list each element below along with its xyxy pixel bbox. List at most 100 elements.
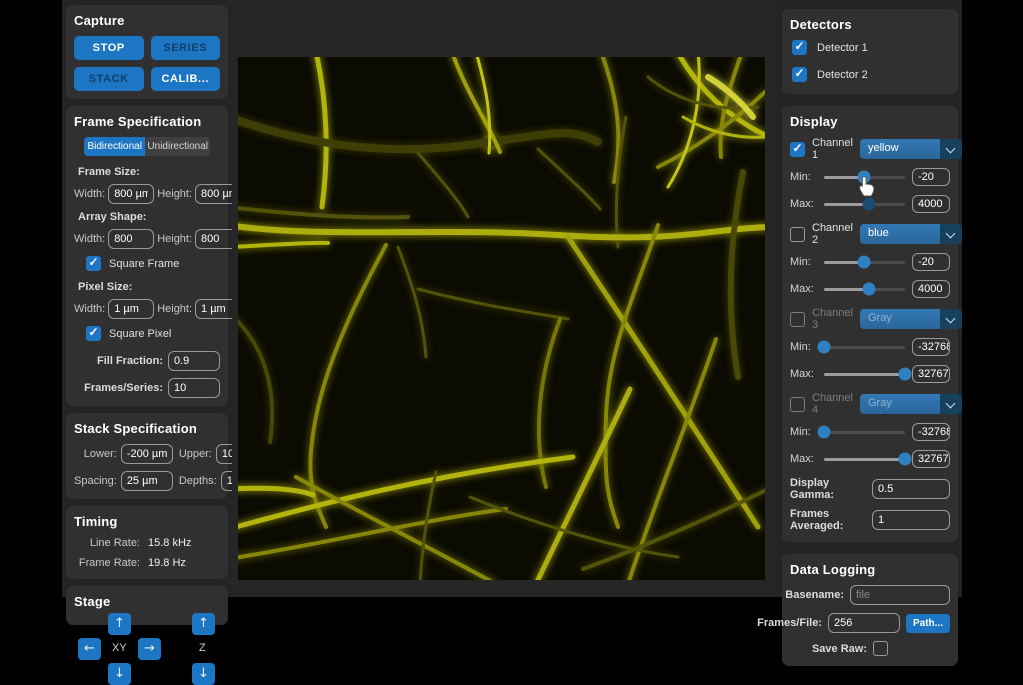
channel-3-min-slider-thumb[interactable] bbox=[818, 341, 831, 354]
frames-per-file-input[interactable] bbox=[828, 613, 900, 633]
channel-3-checkbox[interactable] bbox=[790, 312, 805, 327]
display-gamma-input[interactable] bbox=[872, 479, 950, 499]
channel-1-checkbox[interactable] bbox=[790, 142, 805, 157]
channel-2-colormap-select[interactable]: blue bbox=[860, 224, 962, 244]
stack-spacing-input[interactable] bbox=[121, 471, 173, 491]
channel-3-colormap-value: Gray bbox=[860, 309, 940, 329]
series-button[interactable]: SERIES bbox=[151, 36, 221, 60]
square-frame-checkbox[interactable] bbox=[86, 256, 101, 271]
channel-3-max-slider[interactable] bbox=[824, 373, 905, 376]
unidirectional-toggle-option[interactable]: Unidirectional bbox=[145, 137, 210, 156]
stack-button[interactable]: STACK bbox=[74, 67, 144, 91]
channel-1-colormap-value: yellow bbox=[860, 139, 940, 159]
frame-width-input[interactable] bbox=[108, 184, 154, 204]
channel-2-max-slider-thumb[interactable] bbox=[863, 283, 876, 296]
capture-section: Capture STOP SERIES STACK CALIB... bbox=[66, 5, 228, 99]
frames-averaged-input[interactable] bbox=[872, 510, 950, 530]
stop-button[interactable]: STOP bbox=[74, 36, 144, 60]
channel-4-min-slider-thumb[interactable] bbox=[818, 426, 831, 439]
channel-1-colormap-select[interactable]: yellow bbox=[860, 139, 962, 159]
line-rate-label: Line Rate: bbox=[74, 537, 140, 549]
detectors-title: Detectors bbox=[790, 17, 950, 32]
channel-2-max-value[interactable]: 4000 bbox=[912, 280, 950, 298]
chevron-down-icon bbox=[940, 139, 962, 159]
channel-2-min-slider-thumb[interactable] bbox=[858, 256, 871, 269]
pixel-width-label: Width: bbox=[74, 303, 105, 315]
channel-1-max-slider[interactable] bbox=[824, 203, 905, 206]
channel-3-colormap-select[interactable]: Gray bbox=[860, 309, 962, 329]
bidirectional-toggle-option[interactable]: Bidirectional bbox=[84, 137, 145, 156]
data-logging-title: Data Logging bbox=[790, 562, 950, 577]
channel-1-min-value[interactable]: -20 bbox=[912, 168, 950, 186]
save-raw-label: Save Raw: bbox=[812, 643, 867, 655]
detector-2-label: Detector 2 bbox=[817, 69, 868, 81]
fluorescence-image bbox=[238, 57, 765, 580]
detector-2-checkbox[interactable] bbox=[792, 67, 807, 82]
frames-per-series-input[interactable] bbox=[168, 378, 220, 398]
stack-specification-title: Stack Specification bbox=[74, 421, 220, 436]
calibrate-button[interactable]: CALIB... bbox=[151, 67, 221, 91]
channel-1-label: Channel 1 bbox=[812, 137, 853, 161]
channel-3-max-value[interactable]: 32767 bbox=[912, 365, 950, 383]
stage-section: Stage ↑ ← XY → ↓ ↑ Z ↓ bbox=[66, 586, 228, 625]
channel-3-min-value[interactable]: -32768 bbox=[912, 338, 950, 356]
channel-2-min-slider[interactable] bbox=[824, 261, 905, 264]
frames-per-series-label: Frames/Series: bbox=[84, 382, 163, 394]
scan-direction-toggle: Bidirectional Unidirectional bbox=[84, 137, 210, 156]
fill-fraction-label: Fill Fraction: bbox=[97, 355, 163, 367]
channel-1-min-slider[interactable] bbox=[824, 176, 905, 179]
frame-height-label: Height: bbox=[157, 188, 192, 200]
frame-size-label: Frame Size: bbox=[78, 166, 220, 178]
stage-z-down-button[interactable]: ↓ bbox=[192, 663, 215, 685]
channel-4-max-label: Max: bbox=[790, 453, 817, 465]
channel-1-min-slider-thumb[interactable] bbox=[858, 171, 871, 184]
channel-3-group: Channel 3 Gray Min: -32768 Max: 32767 bbox=[790, 307, 950, 383]
detectors-section: Detectors Detector 1 Detector 2 bbox=[782, 9, 958, 94]
stage-z-label: Z bbox=[199, 642, 206, 654]
channel-3-min-slider[interactable] bbox=[824, 346, 905, 349]
array-width-input[interactable] bbox=[108, 229, 154, 249]
array-width-label: Width: bbox=[74, 233, 105, 245]
square-pixel-checkbox[interactable] bbox=[86, 326, 101, 341]
pixel-width-input[interactable] bbox=[108, 299, 154, 319]
channel-1-max-slider-thumb[interactable] bbox=[863, 198, 876, 211]
stack-lower-label: Lower: bbox=[84, 448, 117, 460]
channel-4-max-value[interactable]: 32767 bbox=[912, 450, 950, 468]
channel-4-colormap-select[interactable]: Gray bbox=[860, 394, 962, 414]
channel-3-max-slider-thumb[interactable] bbox=[899, 368, 912, 381]
path-button[interactable]: Path... bbox=[906, 614, 950, 633]
stage-xy-label: XY bbox=[112, 642, 127, 654]
channel-1-group: Channel 1 yellow Min: -20 Max: 4000 bbox=[790, 137, 950, 213]
frames-averaged-label: Frames Averaged: bbox=[790, 508, 866, 532]
channel-4-min-slider[interactable] bbox=[824, 431, 905, 434]
stage-xy-left-button[interactable]: ← bbox=[78, 638, 101, 660]
stage-xy-down-button[interactable]: ↓ bbox=[108, 663, 131, 685]
channel-2-checkbox[interactable] bbox=[790, 227, 805, 242]
channel-4-max-slider[interactable] bbox=[824, 458, 905, 461]
stack-specification-section: Stack Specification Lower: Upper: Spacin… bbox=[66, 413, 228, 499]
basename-input[interactable] bbox=[850, 585, 950, 605]
channel-2-max-slider[interactable] bbox=[824, 288, 905, 291]
timing-section: Timing Line Rate: 15.8 kHz Frame Rate: 1… bbox=[66, 506, 228, 579]
channel-4-checkbox[interactable] bbox=[790, 397, 805, 412]
stage-xy-right-button[interactable]: → bbox=[138, 638, 161, 660]
frame-specification-title: Frame Specification bbox=[74, 114, 220, 129]
basename-label: Basename: bbox=[785, 589, 844, 601]
image-viewport-area bbox=[232, 0, 775, 597]
channel-4-min-label: Min: bbox=[790, 426, 817, 438]
stage-z-up-button[interactable]: ↑ bbox=[192, 613, 215, 635]
channel-2-colormap-value: blue bbox=[860, 224, 940, 244]
channel-1-max-value[interactable]: 4000 bbox=[912, 195, 950, 213]
channel-2-min-value[interactable]: -20 bbox=[912, 253, 950, 271]
square-pixel-label: Square Pixel bbox=[109, 328, 171, 340]
channel-4-min-value[interactable]: -32768 bbox=[912, 423, 950, 441]
display-gamma-label: Display Gamma: bbox=[790, 477, 866, 501]
detector-1-checkbox[interactable] bbox=[792, 40, 807, 55]
fill-fraction-input[interactable] bbox=[168, 351, 220, 371]
stack-lower-input[interactable] bbox=[121, 444, 173, 464]
stage-xy-up-button[interactable]: ↑ bbox=[108, 613, 131, 635]
channel-4-max-slider-thumb[interactable] bbox=[899, 453, 912, 466]
channel-3-max-label: Max: bbox=[790, 368, 817, 380]
save-raw-checkbox[interactable] bbox=[873, 641, 888, 656]
array-height-label: Height: bbox=[157, 233, 192, 245]
